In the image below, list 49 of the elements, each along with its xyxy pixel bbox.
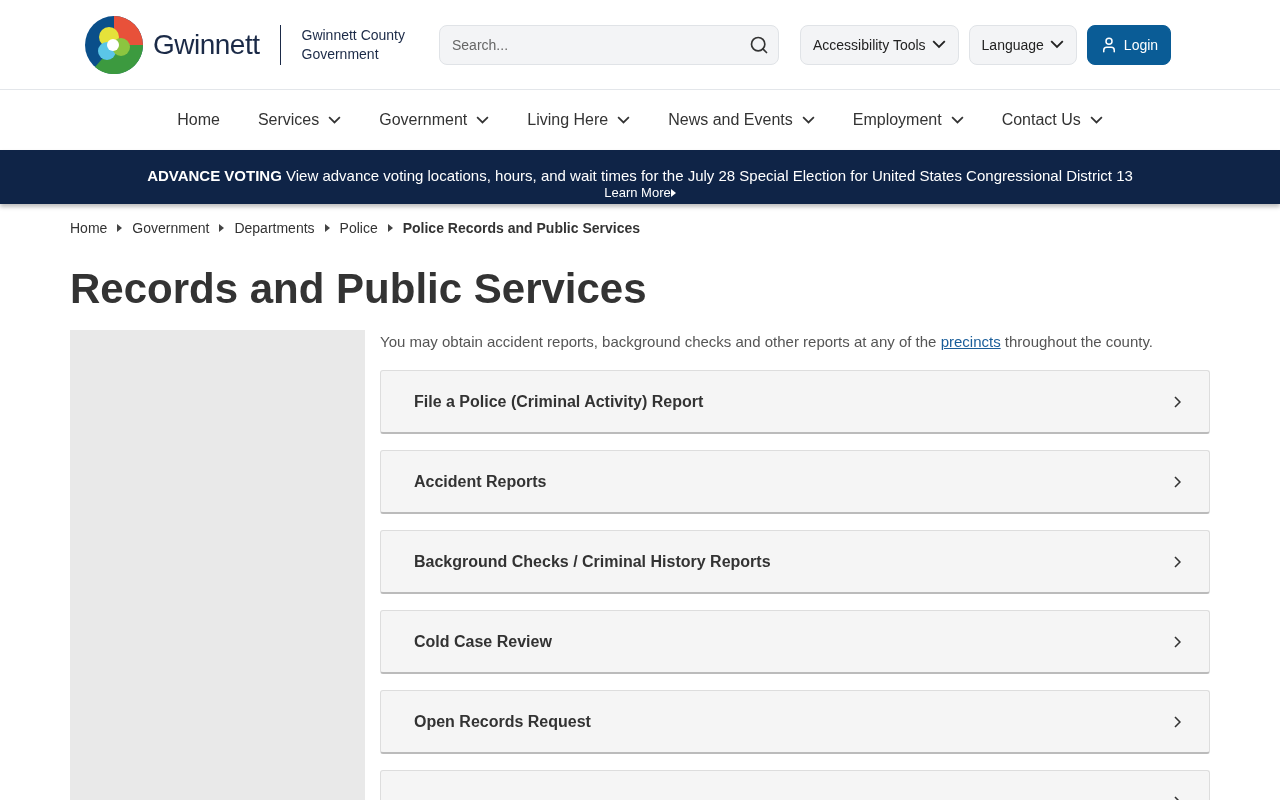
chevron-down-icon <box>1049 40 1064 49</box>
chevron-right-icon <box>1174 395 1181 408</box>
chevron-down-icon <box>617 116 631 124</box>
nav-item[interactable]: Contact Us <box>1001 111 1103 129</box>
caret-icon <box>117 224 123 232</box>
chevron-right-icon <box>1174 475 1181 488</box>
breadcrumb-link[interactable]: Government <box>132 220 210 236</box>
chevron-right-icon <box>1174 635 1181 648</box>
login-button[interactable]: Login <box>1086 24 1172 65</box>
chevron-down-icon <box>950 116 964 124</box>
search-field[interactable]: Search... <box>439 24 779 65</box>
nav-item[interactable]: News and Events <box>668 111 815 129</box>
breadcrumb-link[interactable]: Home <box>70 220 108 236</box>
chevron-down-icon <box>328 116 342 124</box>
chevron-down-icon <box>1089 116 1103 124</box>
accordion-header[interactable]: File a Police (Criminal Activity) Report <box>380 370 1210 434</box>
accordion-header[interactable]: Background Checks / Criminal History Reports <box>380 530 1210 594</box>
chevron-down-icon <box>476 116 490 124</box>
dropdown-button[interactable]: Language <box>968 24 1077 65</box>
nav-item[interactable]: Living Here <box>527 111 631 129</box>
page-title: Records and Public Services <box>70 264 648 314</box>
nav-item[interactable]: Government <box>379 111 490 129</box>
logo-text[interactable]: Gwinnett <box>153 28 260 61</box>
caret-icon <box>387 224 393 232</box>
chevron-right-icon <box>1174 555 1181 568</box>
breadcrumb-link[interactable]: Departments <box>234 220 315 236</box>
logo-icon <box>85 15 143 74</box>
caret-icon <box>324 224 330 232</box>
caret-icon <box>219 224 225 232</box>
chevron-down-icon <box>931 40 946 49</box>
breadcrumb-link[interactable]: Police Records and Public Services <box>402 220 641 236</box>
dropdown-button[interactable]: Accessibility Tools <box>800 24 959 65</box>
nav-item[interactable]: Employment <box>852 111 964 129</box>
learn-more-link[interactable]: Learn More <box>604 185 676 200</box>
accordion-header[interactable]: Cold Case Review <box>380 610 1210 674</box>
intro-text: You may obtain accident reports, background checks and other reports at any of the precincts throughout the county. <box>380 332 1154 352</box>
chevron-down-icon <box>801 116 815 124</box>
nav-item[interactable]: Services <box>257 111 342 129</box>
breadcrumb-link[interactable]: Police <box>339 220 378 236</box>
org-name: Government <box>301 44 380 64</box>
precincts-link[interactable]: precincts <box>940 333 1001 350</box>
org-name: Gwinnett County <box>301 25 405 45</box>
accordion-header[interactable]: Open Records Request <box>380 690 1210 754</box>
nav-item[interactable]: Home <box>177 111 220 129</box>
chevron-right-icon <box>1174 715 1181 728</box>
search-icon[interactable] <box>749 34 769 55</box>
alert-message: ADVANCE VOTING View advance voting locations, hours, and wait times for the July 28 Special Election for United States Congressional District 13 <box>147 166 1133 185</box>
caret-icon <box>670 188 676 197</box>
accordion-header[interactable]: Accident Reports <box>380 450 1210 514</box>
